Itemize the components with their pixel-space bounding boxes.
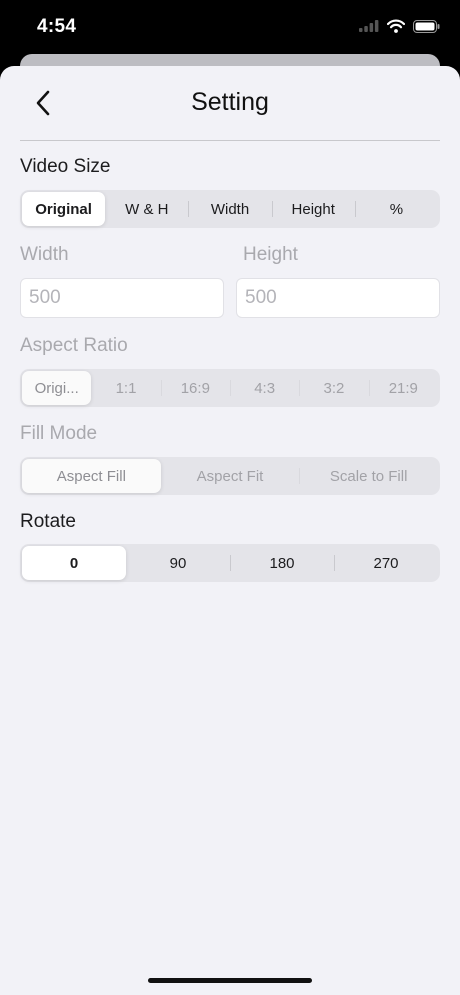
video-size-option-height[interactable]: Height: [271, 192, 355, 226]
video-size-option-original[interactable]: Original: [22, 192, 106, 226]
rotate-label: Rotate: [20, 511, 76, 532]
status-icons: [359, 19, 440, 33]
wifi-icon: [387, 19, 405, 33]
fill-mode-option-aspect-fill[interactable]: Aspect Fill: [22, 459, 161, 493]
width-input[interactable]: [20, 278, 224, 318]
fill-mode-label: Fill Mode: [20, 423, 98, 444]
rotate-option-0[interactable]: 0: [22, 546, 126, 580]
video-size-label: Video Size: [20, 156, 111, 177]
video-size-segmented-control: Original W & H Width Height %: [20, 190, 440, 228]
rotate-option-180[interactable]: 180: [230, 546, 334, 580]
aspect-ratio-option-16-9[interactable]: 16:9: [160, 371, 230, 405]
rotate-segmented-control: 0 90 180 270: [20, 544, 440, 582]
rotate-option-90[interactable]: 90: [126, 546, 230, 580]
status-time: 4:54: [37, 16, 77, 37]
video-size-option-width[interactable]: Width: [188, 192, 271, 226]
height-label: Height: [243, 244, 298, 265]
fill-mode-segmented-control: Aspect Fill Aspect Fit Scale to Fill: [20, 457, 440, 495]
fill-mode-option-scale-to-fill[interactable]: Scale to Fill: [299, 459, 438, 493]
video-size-option-percent[interactable]: %: [354, 192, 438, 226]
aspect-ratio-label: Aspect Ratio: [20, 335, 128, 356]
aspect-ratio-option-original[interactable]: Origi...: [22, 371, 92, 405]
video-size-option-w-h[interactable]: W & H: [105, 192, 188, 226]
aspect-ratio-option-1-1[interactable]: 1:1: [91, 371, 160, 405]
page-title: Setting: [191, 88, 269, 116]
aspect-ratio-option-4-3[interactable]: 4:3: [229, 371, 299, 405]
aspect-ratio-option-21-9[interactable]: 21:9: [368, 371, 438, 405]
settings-sheet: Setting Video Size Original W & H Width …: [0, 66, 460, 995]
signal-icon: [359, 20, 379, 32]
navigation-bar: Setting: [20, 66, 440, 141]
aspect-ratio-segmented-control: Origi... 1:1 16:9 4:3 3:2 21:9: [20, 369, 440, 407]
status-bar: 4:54: [0, 0, 460, 56]
height-input[interactable]: [236, 278, 440, 318]
home-indicator: [148, 978, 312, 983]
rotate-option-270[interactable]: 270: [334, 546, 438, 580]
aspect-ratio-option-3-2[interactable]: 3:2: [299, 371, 368, 405]
fill-mode-option-aspect-fit[interactable]: Aspect Fit: [161, 459, 300, 493]
battery-icon: [413, 19, 440, 33]
width-label: Width: [20, 244, 69, 265]
